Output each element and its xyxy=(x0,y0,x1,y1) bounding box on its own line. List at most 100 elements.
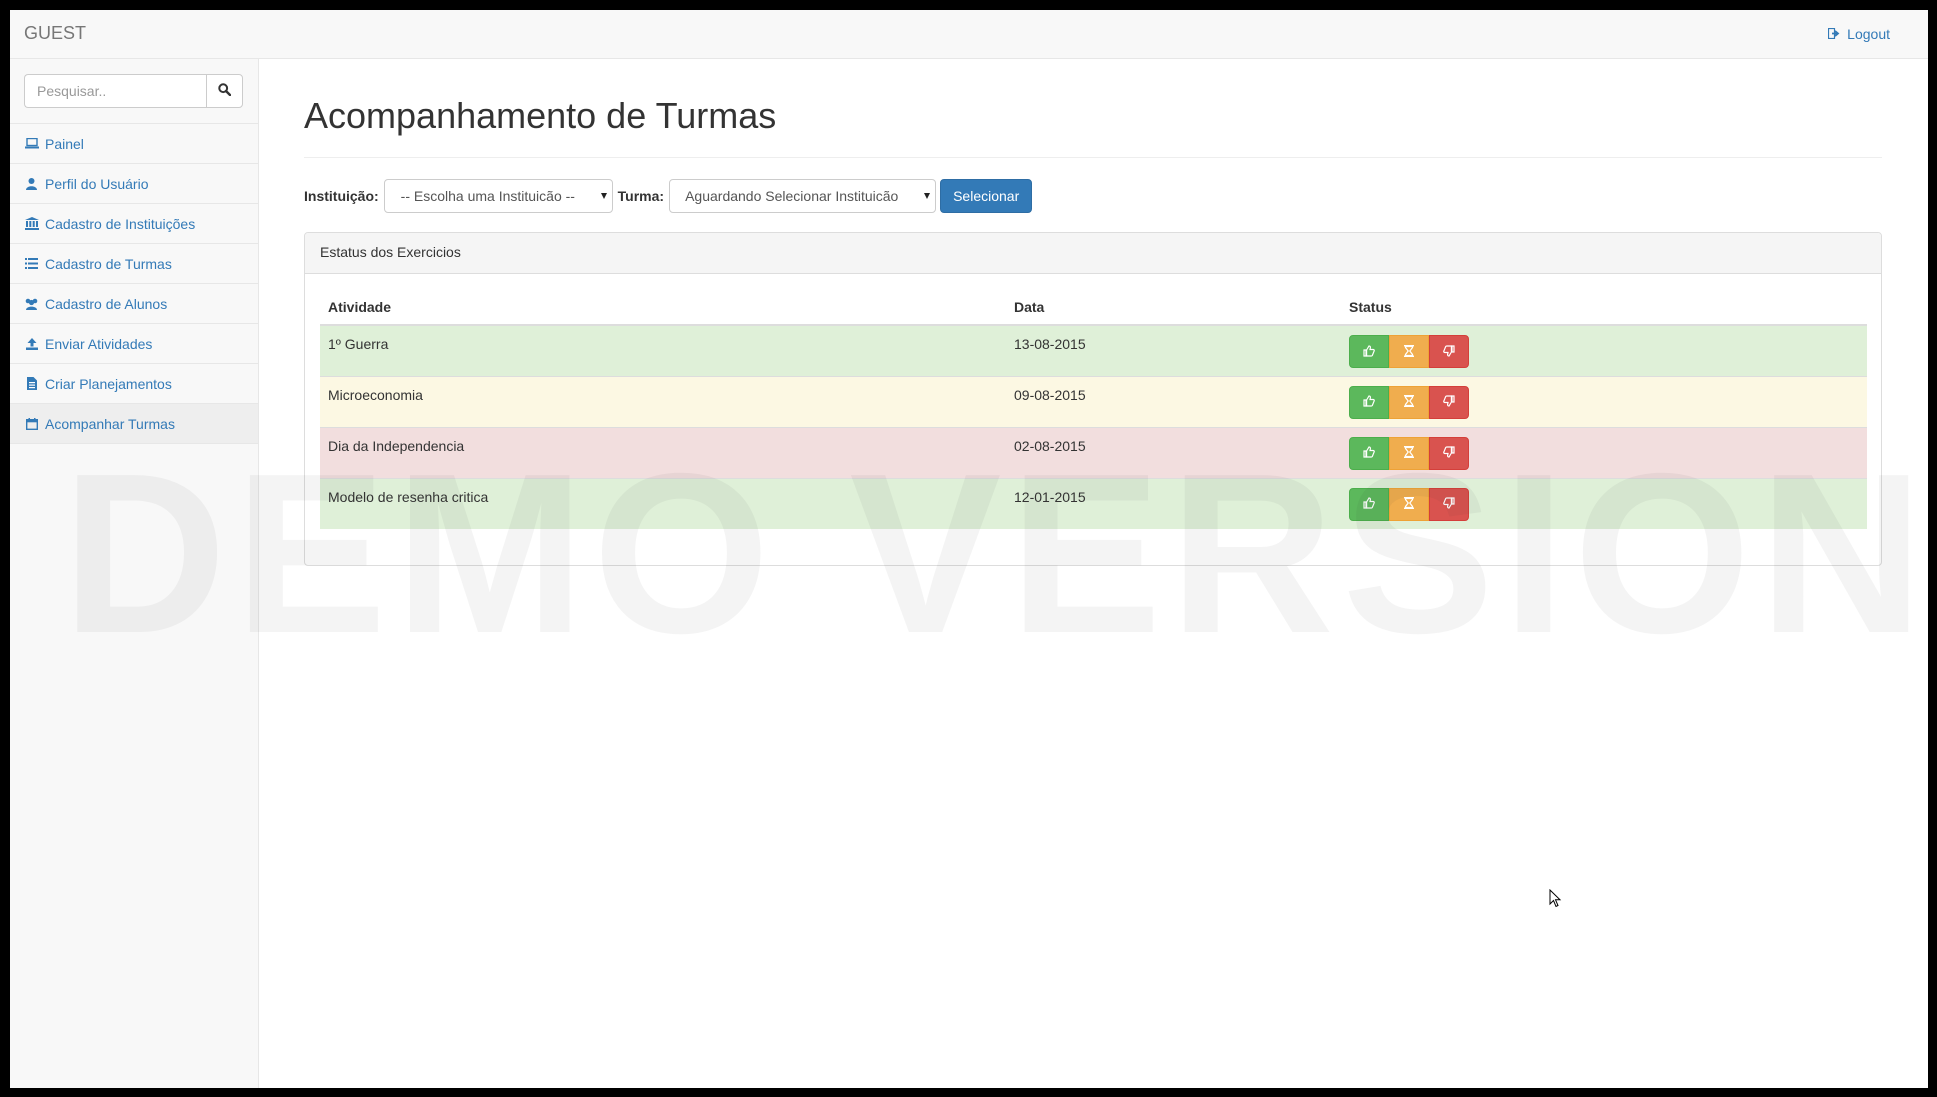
sidebar-item-perfil[interactable]: Perfil do Usuário xyxy=(10,164,258,204)
column-header-status: Status xyxy=(1349,289,1867,326)
title-divider xyxy=(304,157,1882,158)
main-content: Acompanhamento de Turmas Instituição: --… xyxy=(259,59,1928,1088)
hourglass-icon xyxy=(1404,394,1414,410)
search-button[interactable] xyxy=(206,74,243,108)
sidebar-item-label: Cadastro de Turmas xyxy=(45,255,172,272)
pending-button[interactable] xyxy=(1389,385,1429,419)
sidebar-item-label: Criar Planejamentos xyxy=(45,375,172,392)
instituicao-label: Instituição: xyxy=(304,188,379,204)
instituicao-select[interactable]: -- Escolha uma Instituicão -- xyxy=(383,179,613,213)
thumbs-up-icon xyxy=(1363,394,1375,410)
table-header-row: Atividade Data Status xyxy=(320,289,1867,326)
sign-out-icon xyxy=(1828,26,1840,42)
reject-button[interactable] xyxy=(1429,487,1469,521)
sidebar-search xyxy=(24,74,243,108)
cell-status xyxy=(1349,375,1867,427)
cell-atividade: Microeconomia xyxy=(320,375,1006,427)
thumbs-down-icon xyxy=(1443,394,1455,410)
approve-button[interactable] xyxy=(1349,487,1389,521)
cell-atividade: 1º Guerra xyxy=(320,324,1006,376)
sidebar-item-label: Enviar Atividades xyxy=(45,335,153,352)
filter-form: Instituição: -- Escolha uma Instituicão … xyxy=(304,179,1033,213)
sidebar-item-label: Painel xyxy=(45,135,84,152)
chevron-down-icon xyxy=(600,193,607,199)
pending-button[interactable] xyxy=(1389,487,1429,521)
sidebar-item-label: Perfil do Usuário xyxy=(45,175,149,192)
reject-button[interactable] xyxy=(1429,335,1469,368)
approve-button[interactable] xyxy=(1349,385,1389,419)
table-row: Modelo de resenha critica 12-01-2015 xyxy=(320,477,1867,529)
cell-atividade: Dia da Independencia xyxy=(320,426,1006,478)
sidebar-item-turmas[interactable]: Cadastro de Turmas xyxy=(10,244,258,284)
cell-data: 02-08-2015 xyxy=(1006,426,1349,478)
logout-link[interactable]: Logout xyxy=(1828,26,1890,42)
sidebar-item-label: Acompanhar Turmas xyxy=(45,415,175,432)
status-table: Atividade Data Status 1º Guerra 13-08-201… xyxy=(320,289,1867,529)
sidebar-item-alunos[interactable]: Cadastro de Alunos xyxy=(10,284,258,324)
status-button-group xyxy=(1349,487,1859,521)
search-input[interactable] xyxy=(24,74,206,108)
cell-data: 12-01-2015 xyxy=(1006,477,1349,529)
table-row: Microeconomia 09-08-2015 xyxy=(320,375,1867,427)
hourglass-icon xyxy=(1404,445,1414,461)
sidebar-item-label: Cadastro de Alunos xyxy=(45,295,168,312)
thumbs-up-icon xyxy=(1363,445,1375,461)
turma-select[interactable]: Aguardando Selecionar Instituicão xyxy=(669,179,937,213)
cell-status xyxy=(1349,426,1867,478)
pending-button[interactable] xyxy=(1389,436,1429,470)
hourglass-icon xyxy=(1404,344,1414,360)
thumbs-down-icon xyxy=(1443,445,1455,461)
brand[interactable]: GUEST xyxy=(24,23,86,44)
app-window: GUEST Logout Pesquisar.. Painel Perfil d… xyxy=(10,10,1928,1088)
sidebar-item-acompanhar[interactable]: Acompanhar Turmas xyxy=(10,404,258,444)
thumbs-up-icon xyxy=(1363,496,1375,512)
instituicao-select-value: -- Escolha uma Instituicão -- xyxy=(400,188,575,204)
laptop-icon xyxy=(24,137,39,151)
thumbs-down-icon xyxy=(1443,344,1455,360)
status-button-group xyxy=(1349,436,1859,470)
table-row: 1º Guerra 13-08-2015 xyxy=(320,324,1867,376)
sidebar-item-label: Cadastro de Instituições xyxy=(45,215,196,232)
cell-atividade: Modelo de resenha critica xyxy=(320,477,1006,529)
column-header-atividade: Atividade xyxy=(320,289,1006,326)
sidebar-item-planejamentos[interactable]: Criar Planejamentos xyxy=(10,364,258,404)
users-icon xyxy=(24,297,39,311)
column-header-data: Data xyxy=(1006,289,1349,326)
page-title: Acompanhamento de Turmas xyxy=(304,95,777,136)
reject-button[interactable] xyxy=(1429,385,1469,419)
sidebar-item-instituicoes[interactable]: Cadastro de Instituições xyxy=(10,204,258,244)
status-button-group xyxy=(1349,385,1859,419)
pending-button[interactable] xyxy=(1389,335,1429,368)
cell-status xyxy=(1349,477,1867,529)
thumbs-up-icon xyxy=(1363,344,1375,360)
turma-select-value: Aguardando Selecionar Instituicão xyxy=(685,188,899,204)
cell-data: 09-08-2015 xyxy=(1006,375,1349,427)
selecionar-button[interactable]: Selecionar xyxy=(940,179,1033,213)
top-navbar: GUEST Logout xyxy=(10,10,1928,59)
thumbs-down-icon xyxy=(1443,496,1455,512)
sidebar-item-atividades[interactable]: Enviar Atividades xyxy=(10,324,258,364)
logout-label: Logout xyxy=(1847,26,1890,42)
chevron-down-icon xyxy=(924,193,931,199)
panel-heading: Estatus dos Exercicios xyxy=(305,233,1881,274)
bank-icon xyxy=(24,217,39,231)
status-button-group xyxy=(1349,335,1859,368)
status-panel: Estatus dos Exercicios Atividade Data St… xyxy=(304,232,1882,566)
sidebar-item-painel[interactable]: Painel xyxy=(10,124,258,164)
upload-icon xyxy=(24,337,39,351)
sidebar-menu: Painel Perfil do Usuário Cadastro de Ins… xyxy=(10,123,258,444)
approve-button[interactable] xyxy=(1349,335,1389,368)
approve-button[interactable] xyxy=(1349,436,1389,470)
table-row: Dia da Independencia 02-08-2015 xyxy=(320,426,1867,478)
file-icon xyxy=(24,377,39,391)
list-icon xyxy=(24,257,39,271)
calendar-icon xyxy=(24,417,39,431)
search-icon xyxy=(218,83,232,99)
user-icon xyxy=(24,177,39,191)
reject-button[interactable] xyxy=(1429,436,1469,470)
cell-data: 13-08-2015 xyxy=(1006,324,1349,376)
cell-status xyxy=(1349,324,1867,376)
turma-label: Turma: xyxy=(617,188,665,204)
hourglass-icon xyxy=(1404,496,1414,512)
mouse-cursor xyxy=(1549,888,1563,914)
